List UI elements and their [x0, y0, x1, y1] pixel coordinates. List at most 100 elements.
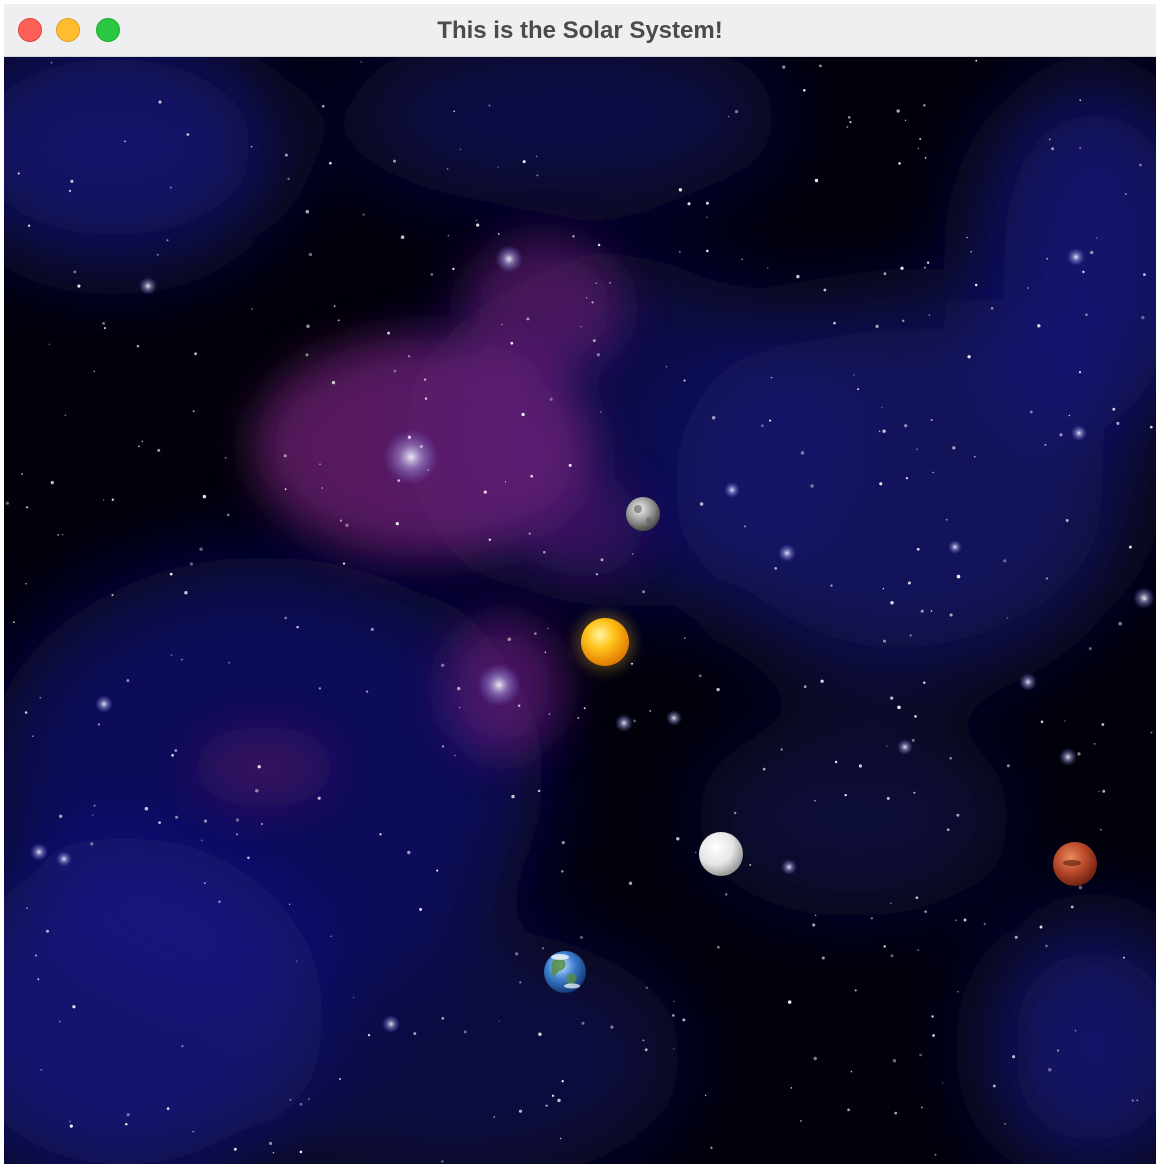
star [892, 1058, 897, 1063]
window-title: This is the Solar System! [437, 17, 723, 44]
star [1064, 720, 1066, 722]
star [945, 518, 948, 521]
star [441, 1160, 444, 1163]
mars-planet[interactable] [1053, 842, 1097, 886]
star [1068, 414, 1071, 417]
star [175, 815, 179, 819]
star [181, 658, 183, 661]
star [456, 686, 461, 691]
star [447, 234, 450, 237]
star [339, 519, 343, 522]
star [250, 145, 253, 148]
star [596, 353, 600, 357]
star [299, 1102, 303, 1106]
star [583, 707, 586, 710]
star [102, 499, 105, 501]
star [875, 324, 879, 329]
star [916, 547, 920, 551]
star [1149, 425, 1153, 429]
star [379, 833, 382, 836]
star [992, 1084, 996, 1088]
star [169, 572, 173, 576]
star [849, 121, 852, 124]
star [858, 764, 863, 768]
star [823, 288, 827, 292]
star [857, 388, 860, 391]
star [706, 201, 709, 205]
star [628, 881, 633, 885]
star [913, 791, 916, 794]
star [975, 59, 978, 62]
star [387, 331, 391, 335]
star [930, 610, 933, 612]
star [69, 1124, 73, 1128]
star [914, 715, 917, 718]
star [453, 754, 456, 757]
star [284, 153, 288, 157]
star [192, 410, 195, 413]
star [1128, 545, 1132, 549]
star [687, 202, 691, 206]
star [166, 239, 169, 242]
star [463, 1030, 467, 1034]
star [436, 869, 439, 872]
star [536, 174, 539, 177]
star [272, 1151, 275, 1154]
star [800, 1120, 802, 1122]
star [694, 851, 697, 854]
star [949, 613, 953, 617]
star [931, 1015, 934, 1018]
star [572, 235, 575, 238]
earth-planet[interactable] [544, 951, 586, 993]
star [25, 582, 27, 585]
star [400, 235, 405, 239]
star [1006, 764, 1010, 768]
star [407, 435, 412, 439]
star [967, 355, 971, 359]
star [923, 266, 927, 269]
solar-system-canvas[interactable] [4, 57, 1156, 1164]
star [296, 960, 298, 962]
star [26, 506, 29, 509]
star [780, 748, 783, 751]
star [504, 481, 507, 483]
star [77, 284, 81, 288]
star [963, 918, 967, 922]
sun-body[interactable] [575, 612, 635, 672]
star [430, 273, 434, 276]
star [704, 1094, 707, 1097]
star [711, 415, 716, 420]
star [850, 1070, 853, 1073]
star [934, 1153, 937, 1156]
star [321, 104, 325, 108]
star [459, 148, 462, 151]
star [956, 574, 961, 579]
star [68, 189, 72, 193]
star [475, 219, 478, 222]
mercury-planet[interactable] [626, 497, 660, 531]
star [138, 445, 140, 448]
star [204, 882, 206, 884]
star [1088, 647, 1092, 651]
star [821, 956, 825, 960]
star [526, 317, 530, 321]
star [543, 550, 546, 554]
star [886, 745, 888, 747]
star [568, 463, 572, 467]
star [890, 954, 894, 958]
star [974, 283, 978, 287]
venus-planet[interactable] [699, 832, 743, 876]
star [251, 308, 253, 310]
star [830, 584, 833, 587]
star [419, 907, 423, 911]
star [926, 261, 930, 264]
star [424, 397, 428, 400]
title-bar[interactable]: This is the Solar System! [4, 4, 1156, 57]
star [458, 707, 461, 709]
star [255, 788, 259, 793]
star [883, 272, 887, 276]
star [949, 756, 953, 760]
star [284, 616, 288, 620]
star [787, 1000, 792, 1004]
star [645, 986, 648, 989]
